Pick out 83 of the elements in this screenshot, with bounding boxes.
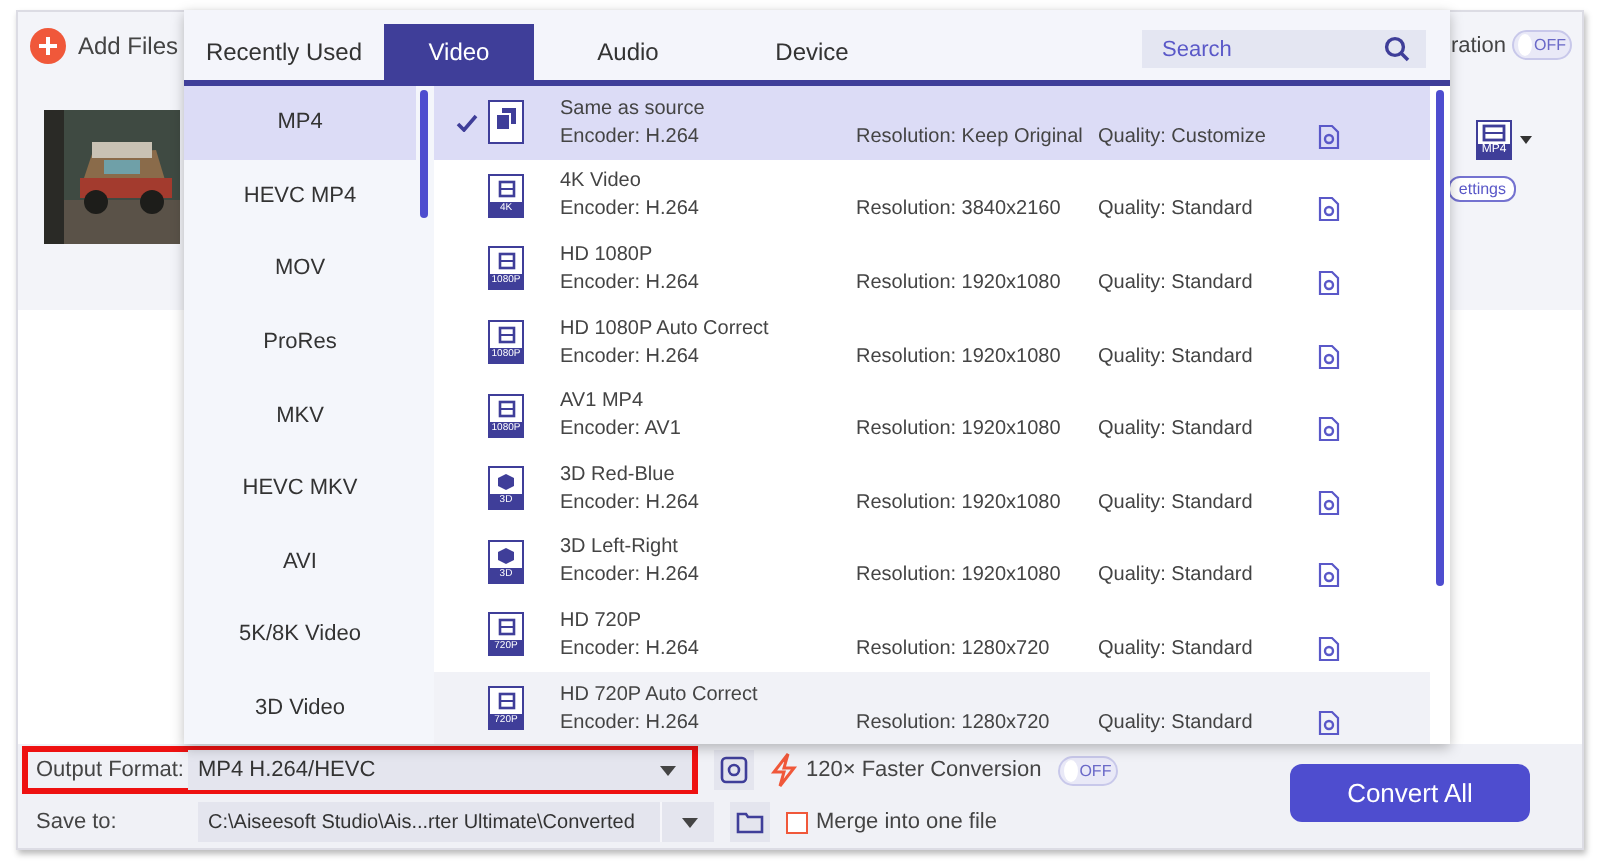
format-tab[interactable]: Video [384,24,534,80]
preset-name: AV1 MP4 [560,390,645,413]
preset-settings-icon[interactable] [1318,123,1340,150]
preset-row[interactable]: Same as source Encoder: H.264 Resolution: Keep Original Quality: Customize [434,86,1430,160]
quality-text: Quality: Standard [1098,711,1255,734]
acceleration-label: ration [1450,33,1506,57]
save-to-label: Save to: [34,810,119,834]
checkmark-icon [456,113,478,132]
add-files-button[interactable]: Add Files [30,27,179,63]
settings-icon[interactable] [714,750,754,790]
preset-name: HD 720P [560,609,644,632]
quality-text: Quality: Standard [1098,637,1255,660]
search-field[interactable]: Search [1142,30,1426,68]
acceleration-toggle[interactable]: OFF [1512,30,1572,60]
preset-settings-icon[interactable] [1318,269,1340,296]
preset-settings-icon[interactable] [1318,709,1340,736]
quality-text: Quality: Standard [1098,564,1255,587]
format-tab[interactable]: Audio [538,24,718,80]
quality-text: Quality: Standard [1098,418,1255,441]
output-format-dropdown[interactable]: MP4 H.264/HEVC [188,750,692,790]
resolution-text: Resolution: 1280x720 [856,711,1052,734]
resolution-text: Resolution: 1920x1080 [856,491,1063,514]
preset-name: HD 720P Auto Correct [560,683,760,706]
quality-text: Quality: Standard [1098,198,1255,221]
encoder-text: Encoder: H.264 [560,711,701,734]
folder-icon[interactable] [730,802,770,842]
encoder-text: Encoder: H.264 [560,271,701,294]
encoder-text: Encoder: H.264 [560,198,701,221]
scrollbar[interactable] [420,90,428,218]
add-icon [30,27,66,63]
resolution-text: Resolution: Keep Original [856,125,1085,148]
resolution-text: Resolution: 1920x1080 [856,271,1063,294]
faster-conversion-toggle[interactable]: OFF [1057,755,1118,785]
format-tab[interactable]: Recently Used [188,24,380,80]
quality-text: Quality: Standard [1098,345,1255,368]
preset-name: 3D Red-Blue [560,463,677,486]
preset-settings-icon[interactable] [1318,489,1340,516]
format-category[interactable]: HEVC MKV [184,451,416,526]
format-tab[interactable]: Device [722,24,902,80]
save-to-dropdown[interactable]: C:\Aiseesoft Studio\Ais...rter Ultimate\Converted [198,802,714,842]
preset-settings-icon[interactable] [1318,562,1340,589]
format-category[interactable]: MKV [184,378,416,452]
merge-checkbox[interactable] [786,811,808,833]
preset-name: 4K Video [560,170,643,193]
resolution-text: Resolution: 3840x2160 [856,198,1063,221]
output-format-label: Output Format: [34,758,186,782]
format-category[interactable]: MP4 [184,86,416,160]
faster-conversion-label: 120× Faster Conversion [806,758,1042,782]
format-category[interactable]: MOV [184,232,416,306]
format-category[interactable]: ProRes [184,305,416,379]
preset-settings-icon[interactable] [1318,343,1340,370]
preset-settings-icon[interactable] [1318,416,1340,443]
format-category[interactable]: 3D Video [184,671,416,744]
lightning-icon [770,752,798,788]
encoder-text: Encoder: H.264 [560,637,701,660]
encoder-text: Encoder: AV1 [560,418,683,441]
format-category[interactable]: HEVC MP4 [184,159,416,233]
encoder-text: Encoder: H.264 [560,564,701,587]
format-category[interactable]: 5K/8K Video [184,598,416,672]
encoder-text: Encoder: H.264 [560,125,701,148]
encoder-text: Encoder: H.264 [560,491,701,514]
quality-text: Quality: Standard [1098,271,1255,294]
preset-settings-icon[interactable] [1318,635,1340,662]
scrollbar[interactable] [1436,90,1444,586]
preset-name: HD 1080P [560,243,655,266]
encoder-text: Encoder: H.264 [560,345,701,368]
quality-text: Quality: Customize [1098,125,1268,148]
resolution-text: Resolution: 1920x1080 [856,418,1063,441]
caret-icon[interactable] [1520,136,1532,144]
resolution-text: Resolution: 1920x1080 [856,345,1063,368]
search-icon [1384,35,1410,61]
resolution-text: Resolution: 1280x720 [856,637,1052,660]
preset-settings-icon[interactable] [1318,196,1340,223]
quality-text: Quality: Standard [1098,491,1255,514]
preset-name: HD 1080P Auto Correct [560,317,771,340]
settings-button[interactable]: ettings [1448,176,1516,202]
merge-label: Merge into one file [816,810,997,834]
format-category[interactable]: AVI [184,525,416,599]
preset-name: Same as source [560,97,707,120]
convert-all-button[interactable]: Convert All [1290,764,1530,822]
preset-name: 3D Left-Right [560,536,680,559]
resolution-text: Resolution: 1920x1080 [856,564,1063,587]
copy-icon [488,100,524,145]
